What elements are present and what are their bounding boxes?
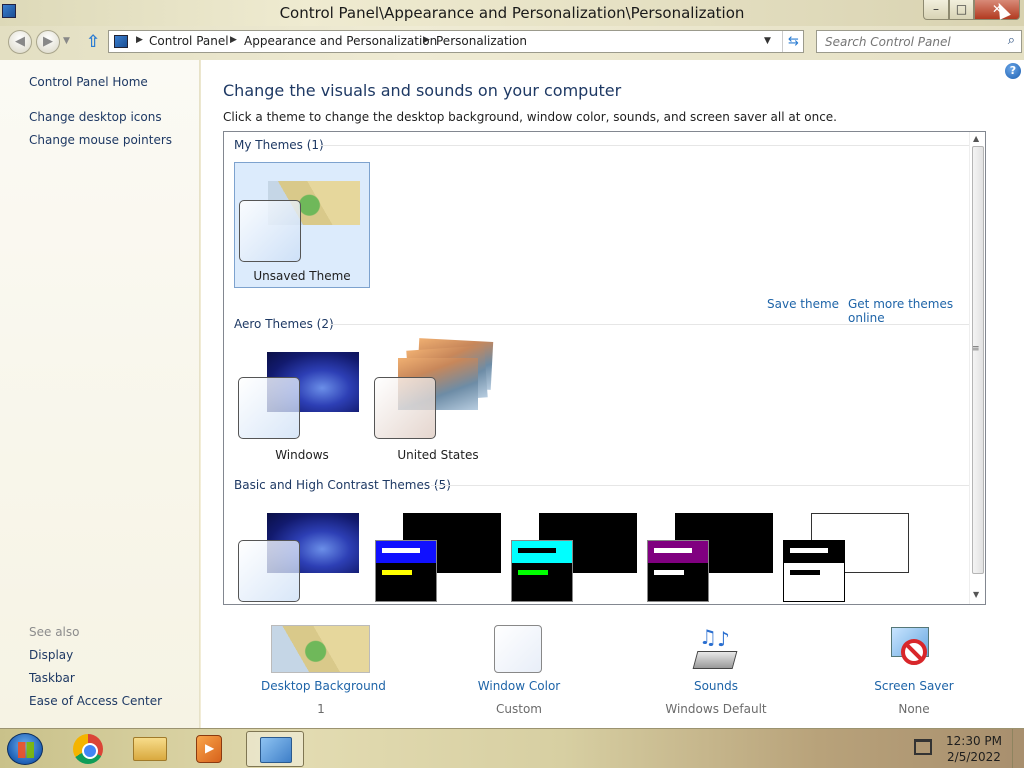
theme-color-swatch <box>239 200 301 262</box>
ease-of-access-link[interactable]: Ease of Access Center <box>29 694 162 708</box>
group-divider <box>330 324 973 325</box>
windows-logo-icon <box>18 742 34 758</box>
sounds-value: Windows Default <box>665 702 767 716</box>
theme-label: United States <box>397 448 479 462</box>
save-theme-link[interactable]: Save theme <box>767 297 839 311</box>
sounds-link[interactable]: Sounds <box>656 679 776 693</box>
breadcrumb-separator-icon[interactable]: ▶ <box>136 35 143 45</box>
breadcrumb-separator-icon[interactable]: ▶ <box>230 35 237 45</box>
minimize-button[interactable]: – <box>923 0 949 20</box>
theme-color-swatch <box>374 377 436 439</box>
show-desktop-button[interactable] <box>1012 729 1024 768</box>
theme-windows-basic[interactable] <box>234 502 370 604</box>
scroll-down-icon[interactable]: ▼ <box>973 590 979 599</box>
taskbar: 12:30 PM 2/5/2022 <box>0 728 1024 768</box>
taskbar-control-panel[interactable] <box>246 731 304 767</box>
clock[interactable]: 12:30 PM 2/5/2022 <box>944 733 1004 765</box>
theme-color-swatch <box>238 377 300 439</box>
theme-label: Windows <box>275 448 329 462</box>
search-icon[interactable]: ⌕ <box>1008 33 1015 48</box>
theme-high-contrast-1[interactable] <box>370 502 506 604</box>
control-panel-icon <box>114 35 128 48</box>
scroll-grip-icon: ≡ <box>972 344 980 354</box>
theme-high-contrast-white[interactable] <box>778 502 914 604</box>
theme-list[interactable]: My Themes (1) Unsaved Theme Save theme G… <box>223 131 986 605</box>
forward-arrow-icon[interactable]: ▶ <box>36 30 60 54</box>
page-description: Click a theme to change the desktop back… <box>223 110 837 124</box>
maximize-button[interactable]: □ <box>949 0 974 20</box>
history-dropdown-icon[interactable]: ▼ <box>63 36 70 46</box>
screen-saver-item[interactable]: Screen Saver None <box>854 679 974 716</box>
control-panel-home-link[interactable]: Control Panel Home <box>29 75 148 89</box>
sounds-icon[interactable]: ♫ ♪ <box>691 625 741 675</box>
back-arrow-icon[interactable]: ◀ <box>8 30 32 54</box>
theme-windows[interactable]: Windows <box>234 340 370 466</box>
breadcrumb-personalization[interactable]: Personalization <box>436 34 527 48</box>
basic-themes-header: Basic and High Contrast Themes (5) <box>234 478 451 492</box>
see-also-label: See also <box>29 625 80 639</box>
screen-saver-icon[interactable] <box>889 625 937 673</box>
navigation-bar: ◀ ▶ ▼ ⇧ ▶ Control Panel ▶ Appearance and… <box>0 26 1024 60</box>
chrome-icon <box>73 734 103 764</box>
search-input[interactable] <box>817 31 997 52</box>
desktop-background-icon[interactable] <box>271 625 370 673</box>
desktop-background-link[interactable]: Desktop Background <box>261 679 386 693</box>
group-divider <box>431 485 973 486</box>
media-player-icon <box>196 735 222 763</box>
address-bar[interactable]: ▶ Control Panel ▶ Appearance and Persona… <box>108 30 804 53</box>
start-button[interactable] <box>7 733 43 765</box>
theme-unsaved[interactable]: Unsaved Theme <box>234 162 370 288</box>
breadcrumb-appearance[interactable]: Appearance and Personalization <box>244 34 437 48</box>
theme-color-swatch <box>783 540 845 602</box>
network-icon[interactable] <box>914 739 932 755</box>
theme-label: Unsaved Theme <box>253 269 351 283</box>
page-title: Change the visuals and sounds on your co… <box>223 81 622 100</box>
clock-time: 12:30 PM <box>946 734 1002 748</box>
group-divider <box>320 145 973 146</box>
theme-color-swatch <box>238 540 300 602</box>
file-explorer-icon <box>133 737 167 761</box>
theme-color-swatch <box>511 540 573 602</box>
theme-high-contrast-2[interactable] <box>506 502 642 604</box>
left-pane: Control Panel Home Change desktop icons … <box>0 60 200 728</box>
display-link[interactable]: Display <box>29 648 73 662</box>
taskbar-link[interactable]: Taskbar <box>29 671 75 685</box>
main-pane: ? Change the visuals and sounds on your … <box>201 60 1024 728</box>
window-color-icon[interactable] <box>494 625 542 673</box>
window-title: Control Panel\Appearance and Personaliza… <box>279 4 745 22</box>
theme-color-swatch <box>647 540 709 602</box>
my-themes-header: My Themes (1) <box>234 138 324 152</box>
theme-color-swatch <box>375 540 437 602</box>
taskbar-chrome[interactable] <box>59 731 117 767</box>
screen-saver-link[interactable]: Screen Saver <box>854 679 974 693</box>
change-desktop-icons-link[interactable]: Change desktop icons <box>29 110 162 124</box>
window-color-item[interactable]: Window Color Custom <box>459 679 579 716</box>
scrollbar-thumb[interactable] <box>972 146 984 574</box>
title-bar: Control Panel\Appearance and Personaliza… <box>0 0 1024 26</box>
breadcrumb-separator-icon[interactable]: ▶ <box>423 35 430 45</box>
address-dropdown-icon[interactable]: ▼ <box>764 36 771 46</box>
get-more-themes-link[interactable]: Get more themes online <box>848 297 985 325</box>
window-color-link[interactable]: Window Color <box>459 679 579 693</box>
scroll-up-icon[interactable]: ▲ <box>973 134 979 143</box>
control-panel-icon <box>260 737 292 763</box>
theme-high-contrast-black[interactable] <box>642 502 778 604</box>
aero-themes-header: Aero Themes (2) <box>234 317 334 331</box>
clock-date: 2/5/2022 <box>947 750 1001 764</box>
window-color-value: Custom <box>496 702 542 716</box>
desktop-background-value: 1 <box>317 702 325 716</box>
help-icon[interactable]: ? <box>1005 63 1021 79</box>
screen-saver-value: None <box>898 702 930 716</box>
theme-united-states[interactable]: United States <box>370 338 506 466</box>
taskbar-explorer[interactable] <box>121 731 179 767</box>
desktop-background-item[interactable]: Desktop Background 1 <box>261 679 386 716</box>
up-arrow-icon[interactable]: ⇧ <box>86 32 100 52</box>
search-box[interactable]: ⌕ <box>816 30 1022 53</box>
taskbar-media-player[interactable] <box>180 731 238 767</box>
sounds-item[interactable]: Sounds Windows Default <box>656 679 776 716</box>
change-mouse-pointers-link[interactable]: Change mouse pointers <box>29 133 172 147</box>
theme-list-scrollbar[interactable]: ▲ ≡ ▼ <box>969 132 985 604</box>
breadcrumb-control-panel[interactable]: Control Panel <box>149 34 229 48</box>
refresh-icon[interactable]: ⇆ <box>782 31 804 52</box>
